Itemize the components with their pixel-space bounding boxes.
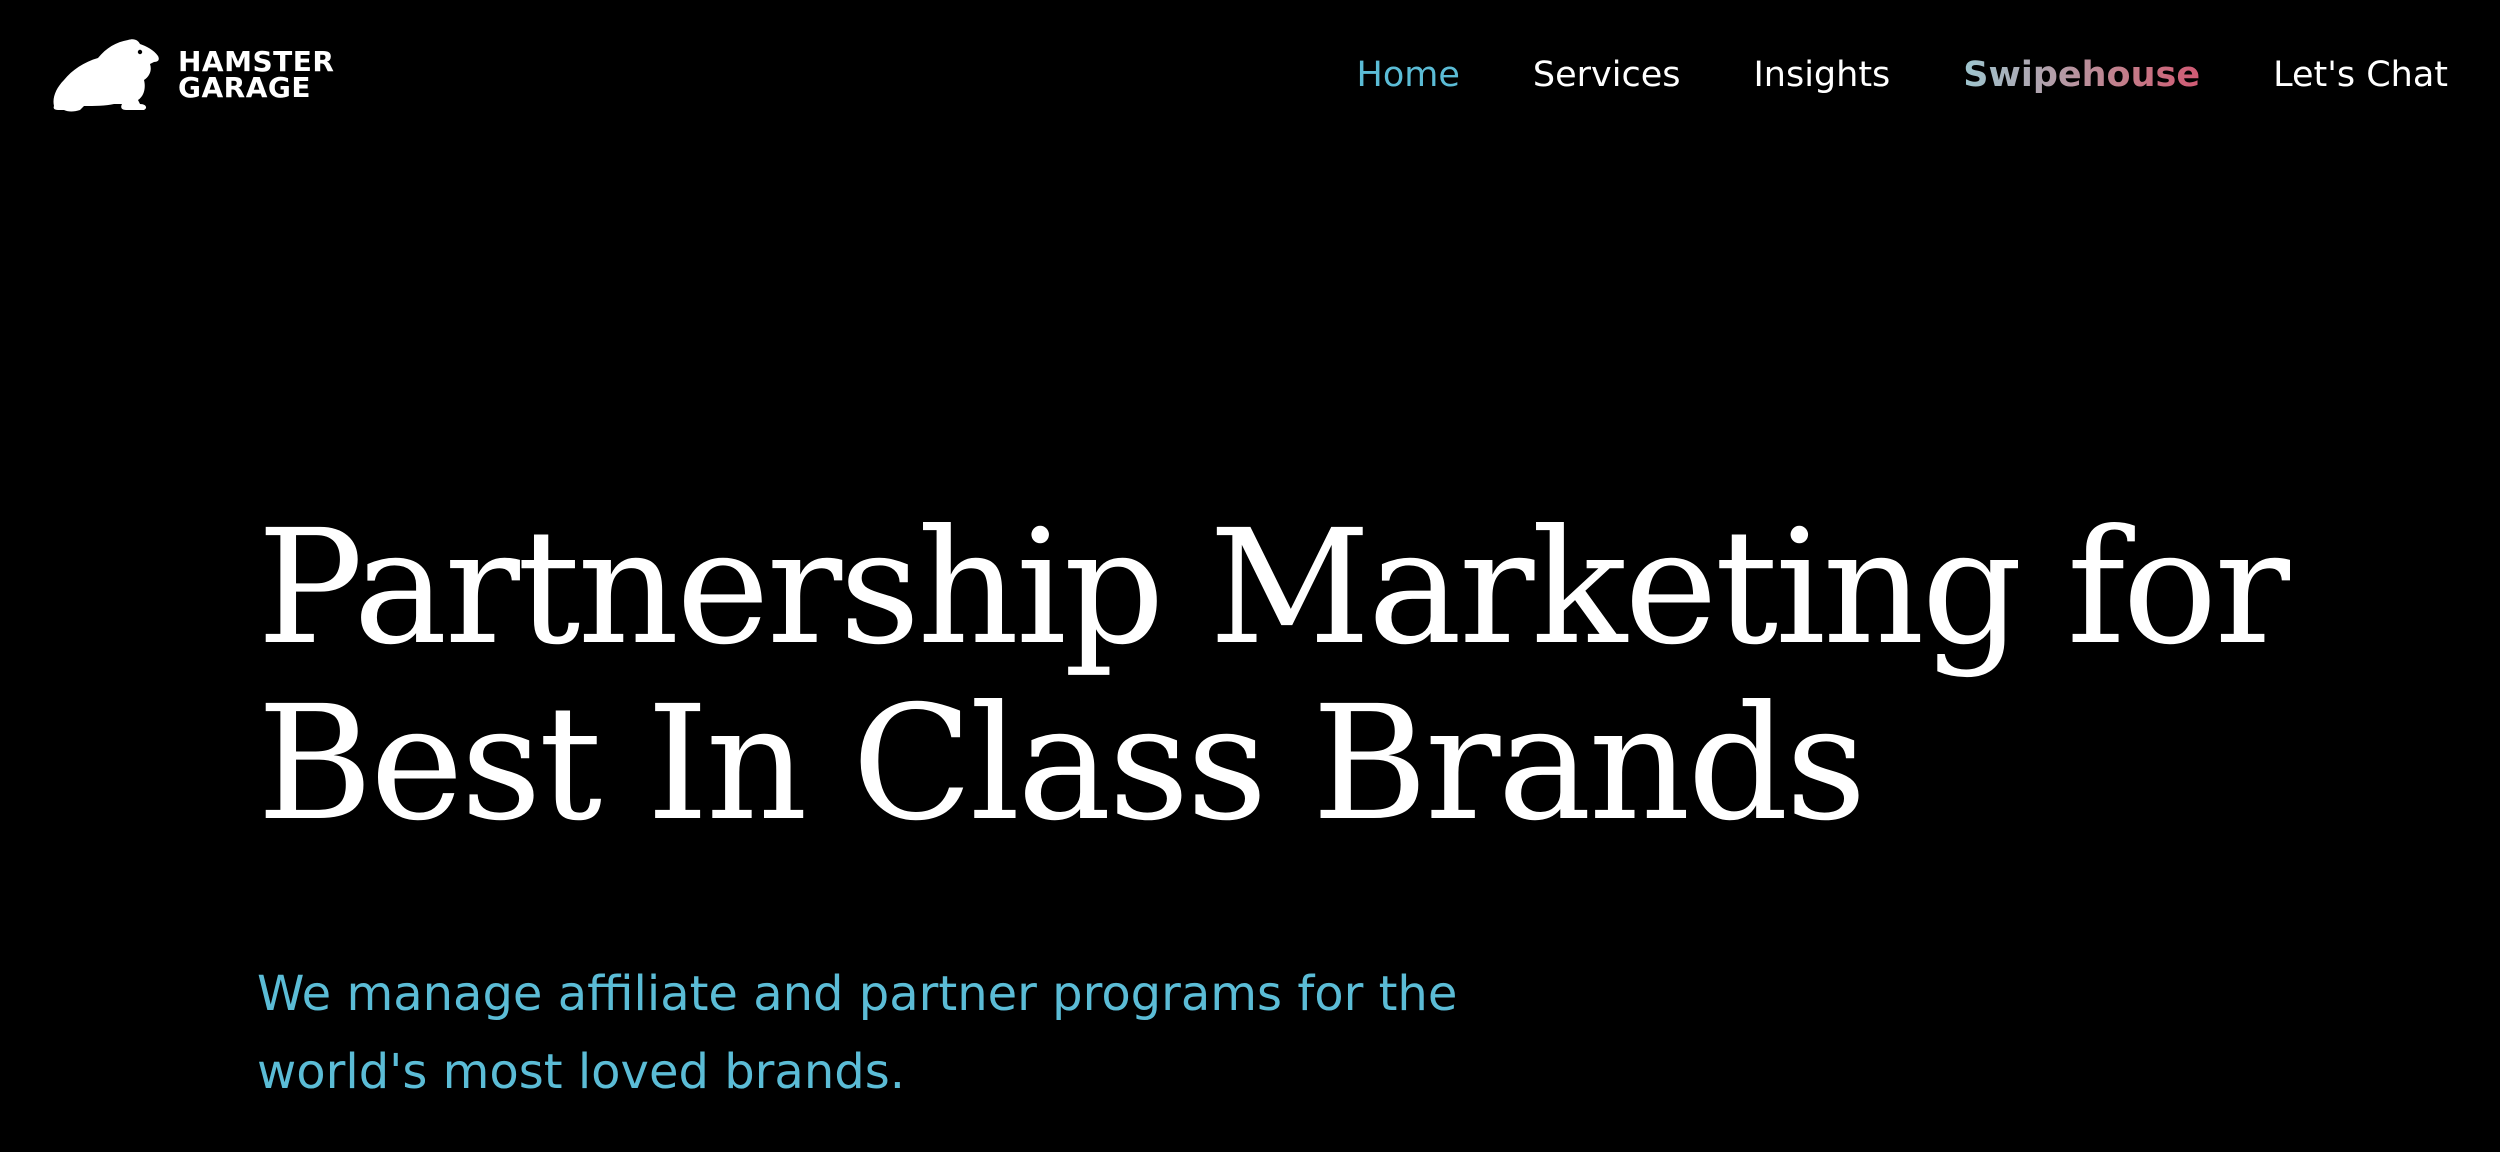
hero-subtitle-line-1: We manage affiliate and partner programs… — [257, 966, 1458, 1022]
logo-wordmark: HAMSTER GARAGE — [178, 48, 334, 104]
nav-item-services[interactable]: Services — [1533, 50, 1681, 100]
nav-item-swipehouse[interactable]: Swipehouse — [1963, 50, 2200, 100]
nav-item-insights[interactable]: Insights — [1753, 50, 1890, 100]
hero-title-line-1: Partnership Marketing for — [257, 496, 2290, 680]
hero-subtitle-line-2: world's most loved brands. — [257, 1044, 905, 1100]
hamster-icon — [53, 39, 159, 112]
main-nav: Home Services Insights Swipehouse Let's … — [1284, 50, 2448, 100]
logo-link[interactable]: HAMSTER GARAGE — [50, 36, 334, 114]
hero-title-line-2: Best In Class Brands — [257, 672, 1867, 856]
nav-item-home[interactable]: Home — [1357, 50, 1460, 100]
hero-subtitle: We manage affiliate and partner programs… — [257, 955, 1557, 1111]
site-header: HAMSTER GARAGE Home Services Insights Sw… — [0, 0, 2500, 150]
logo-line-2: GARAGE — [178, 71, 311, 104]
nav-item-lets-chat[interactable]: Let's Chat — [2273, 50, 2448, 100]
hero-title: Partnership Marketing for Best In Class … — [257, 496, 2290, 856]
